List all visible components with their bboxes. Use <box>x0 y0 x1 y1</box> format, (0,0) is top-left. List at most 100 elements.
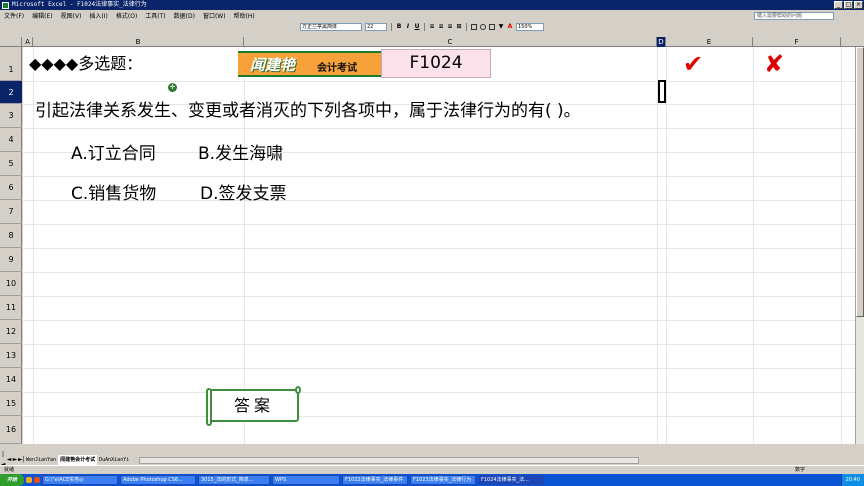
start-button[interactable]: 开始 <box>0 474 24 486</box>
font-size-select[interactable]: 22 <box>365 22 387 31</box>
menu-file[interactable]: 文件(F) <box>0 11 28 20</box>
textbox-tool-icon[interactable] <box>489 23 495 30</box>
grid-line <box>23 296 855 297</box>
menu-window[interactable]: 窗口(W) <box>199 11 230 20</box>
italic-button[interactable]: I <box>405 23 411 30</box>
task-excel-f1024[interactable]: F1024法律事实_法... <box>478 475 544 485</box>
align-left-icon[interactable]: ≡ <box>429 23 435 30</box>
grid-line <box>666 47 667 444</box>
font-color-icon[interactable]: A <box>507 23 513 30</box>
row-header-15[interactable]: 15 <box>0 392 22 416</box>
column-header-c[interactable]: C <box>244 37 657 47</box>
underline-button[interactable]: U <box>414 23 420 30</box>
select-all-corner[interactable] <box>0 37 22 47</box>
bold-button[interactable]: B <box>396 23 402 30</box>
task-photoshop[interactable]: Adobe Photoshop CS6... <box>120 475 196 485</box>
grid-line <box>657 47 658 444</box>
task-explorer[interactable]: G:\"e\ACE实务◎ <box>42 475 118 485</box>
minimize-button[interactable]: _ <box>834 1 843 9</box>
option-c: C.销售货物 <box>71 184 157 204</box>
menu-view[interactable]: 视图(V) <box>57 11 86 20</box>
row-header-16[interactable]: 16 <box>0 416 22 444</box>
check-icon[interactable]: ✔ <box>683 51 703 77</box>
cross-icon[interactable]: ✘ <box>764 51 784 77</box>
column-headers: A B C D E F <box>0 37 864 47</box>
row-header-2[interactable]: 2 <box>0 81 22 104</box>
menu-data[interactable]: 数据(D) <box>170 11 199 20</box>
grid-line <box>23 392 855 393</box>
grid-line <box>23 344 855 345</box>
quicklaunch-browser-icon[interactable] <box>26 477 32 483</box>
task-video-file[interactable]: 3015_法的形式_简单... <box>198 475 270 485</box>
oval-tool-icon[interactable] <box>480 23 486 30</box>
sheet-tab-2[interactable]: 闻建艳会计考试 <box>58 455 98 465</box>
align-right-icon[interactable]: ≡ <box>447 23 453 30</box>
vertical-scroll-thumb[interactable] <box>856 47 864 317</box>
menu-insert[interactable]: 插入(I) <box>85 11 111 20</box>
menu-format[interactable]: 格式(O) <box>112 11 141 20</box>
option-b: B.发生海啸 <box>198 144 284 164</box>
align-center-icon[interactable]: ≡ <box>438 23 444 30</box>
task-wps[interactable]: WPS <box>272 475 340 485</box>
grid-line <box>23 81 855 82</box>
row-header-10[interactable]: 10 <box>0 272 22 296</box>
help-search-input[interactable]: 键入需要帮助的问题 <box>754 11 834 20</box>
move-cursor-icon: ✛ <box>168 83 177 92</box>
row-header-11[interactable]: 11 <box>0 296 22 320</box>
title-bar: Microsoft Excel - F1024法律事实_法律行为 _ □ × <box>0 0 864 10</box>
grid-line <box>23 320 855 321</box>
scroll-curl-right <box>295 386 301 394</box>
horizontal-scrollbar[interactable] <box>139 456 640 464</box>
grid-line <box>23 176 855 177</box>
row-header-12[interactable]: 12 <box>0 320 22 344</box>
column-header-f[interactable]: F <box>753 37 841 47</box>
row-header-6[interactable]: 6 <box>0 176 22 200</box>
task-excel-f1023[interactable]: F1023法律事实_法律行为 <box>410 475 476 485</box>
column-header-d[interactable]: D <box>657 37 666 47</box>
excel-app-icon <box>2 1 9 9</box>
maximize-button[interactable]: □ <box>844 1 853 9</box>
task-excel-f1022[interactable]: F1022法律事实_法律事件 <box>342 475 408 485</box>
row-header-14[interactable]: 14 <box>0 368 22 392</box>
status-bar: 就绪 数字 <box>0 465 864 474</box>
toolbar-separator <box>466 22 467 31</box>
fill-color-icon[interactable]: ▼ <box>498 23 504 30</box>
rectangle-tool-icon[interactable] <box>471 23 477 30</box>
menu-bar: 文件(F) 编辑(E) 视图(V) 插入(I) 格式(O) 工具(T) 数据(D… <box>0 10 864 21</box>
row-header-5[interactable]: 5 <box>0 152 22 176</box>
sheet-tab-1[interactable]: WenJianYan <box>24 455 58 465</box>
menu-edit[interactable]: 编辑(E) <box>28 11 56 20</box>
font-name-select[interactable]: 方正兰亭黑简体 <box>300 22 362 31</box>
answer-button[interactable]: 答案 <box>206 386 301 426</box>
system-tray-clock[interactable]: 20:40 <box>840 474 864 486</box>
grid-line <box>841 47 842 444</box>
logo-brand-text: 闻建艳 <box>250 56 296 74</box>
toolbar-separator <box>391 22 392 31</box>
row-header-3[interactable]: 3 <box>0 104 22 128</box>
option-d: D.签发支票 <box>200 184 287 204</box>
zoom-select[interactable]: 150% <box>516 22 544 31</box>
section-title: ◆◆◆◆多选题： <box>29 54 143 73</box>
row-header-9[interactable]: 9 <box>0 248 22 272</box>
row-header-8[interactable]: 8 <box>0 224 22 248</box>
column-header-b[interactable]: B <box>33 37 244 47</box>
grid-line <box>23 248 855 249</box>
menu-help[interactable]: 帮助(H) <box>230 11 259 20</box>
row-header-1[interactable]: 1 <box>0 47 22 81</box>
menu-tools[interactable]: 工具(T) <box>141 11 169 20</box>
row-header-7[interactable]: 7 <box>0 200 22 224</box>
worksheet-grid[interactable]: ◆◆◆◆多选题： ✛ 闻建艳 会计考试 F1024 ✔ ✘ 引起法律关系发生、变… <box>23 47 855 444</box>
quicklaunch-app-icon[interactable] <box>34 477 40 483</box>
close-button[interactable]: × <box>854 1 863 9</box>
grid-line <box>753 47 754 444</box>
column-header-e[interactable]: E <box>666 37 753 47</box>
active-cell-d2[interactable] <box>658 80 666 103</box>
sheet-tab-3[interactable]: DuAnXiaoYi <box>97 455 131 465</box>
merge-center-icon[interactable]: ⊞ <box>456 23 462 30</box>
row-header-13[interactable]: 13 <box>0 344 22 368</box>
column-header-a[interactable]: A <box>23 37 33 47</box>
row-headers: 1 2 3 4 5 6 7 8 9 10 11 12 13 14 15 16 <box>0 47 22 444</box>
row-header-4[interactable]: 4 <box>0 128 22 152</box>
sheet-tabs-bar: |◄ ◄ ► ►| WenJianYan 闻建艳会计考试 DuAnXiaoYi <box>0 451 864 468</box>
vertical-scrollbar[interactable] <box>855 47 864 444</box>
